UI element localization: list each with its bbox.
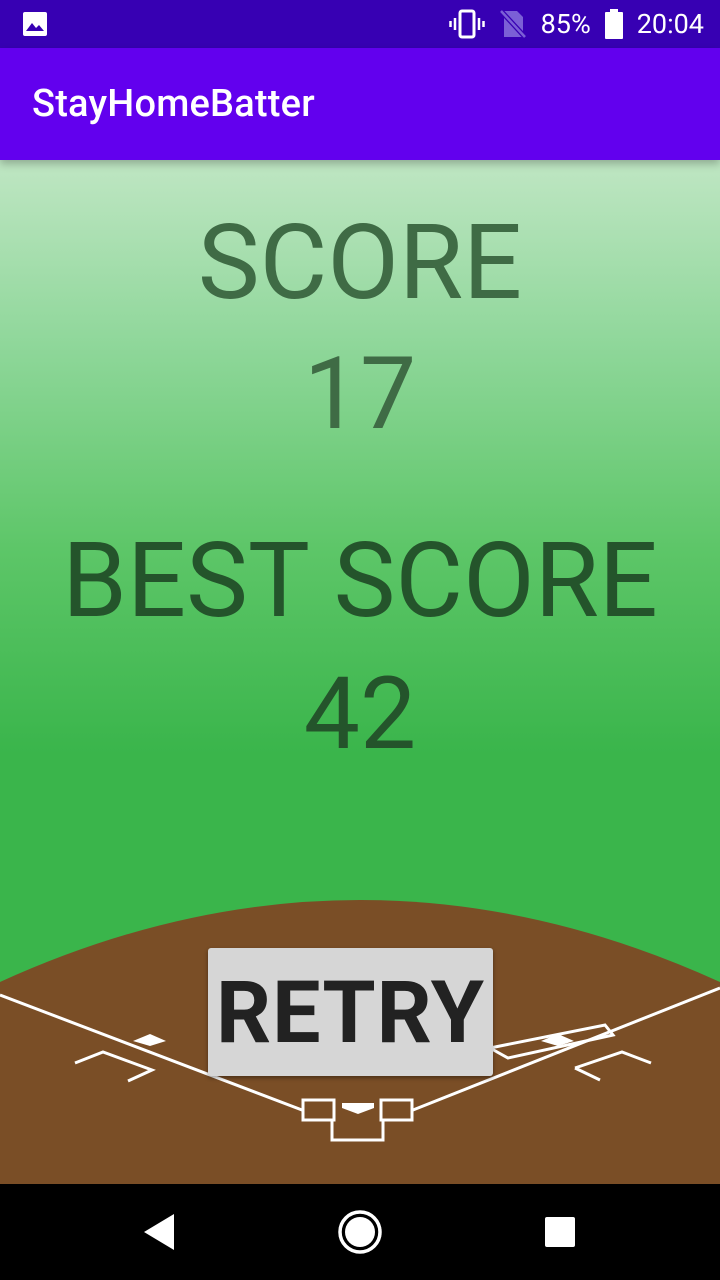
battery-icon bbox=[604, 9, 623, 39]
no-sim-icon bbox=[498, 9, 527, 39]
battery-percent: 85% bbox=[540, 8, 591, 40]
app-title: StayHomeBatter bbox=[32, 82, 315, 126]
image-icon bbox=[23, 12, 47, 36]
navigation-bar bbox=[0, 1184, 720, 1280]
vibrate-icon bbox=[448, 9, 485, 39]
score-value: 17 bbox=[303, 336, 417, 453]
retry-button[interactable]: RETRY bbox=[208, 948, 493, 1076]
clock: 20:04 bbox=[636, 8, 704, 40]
best-score-label: BEST SCORE bbox=[62, 521, 658, 642]
recents-button[interactable] bbox=[500, 1184, 620, 1280]
back-icon bbox=[144, 1214, 174, 1250]
back-button[interactable] bbox=[100, 1184, 220, 1280]
recents-icon bbox=[545, 1217, 575, 1247]
best-score-value: 42 bbox=[303, 656, 417, 773]
score-label: SCORE bbox=[197, 203, 523, 324]
game-over-screen: SCORE 17 BEST SCORE 42 RETRY bbox=[0, 160, 720, 1184]
home-button[interactable] bbox=[300, 1184, 420, 1280]
status-right: 85% 20:04 bbox=[448, 0, 704, 48]
status-bar: 85% 20:04 bbox=[0, 0, 720, 48]
app-bar: StayHomeBatter bbox=[0, 48, 720, 160]
home-icon bbox=[338, 1210, 382, 1254]
